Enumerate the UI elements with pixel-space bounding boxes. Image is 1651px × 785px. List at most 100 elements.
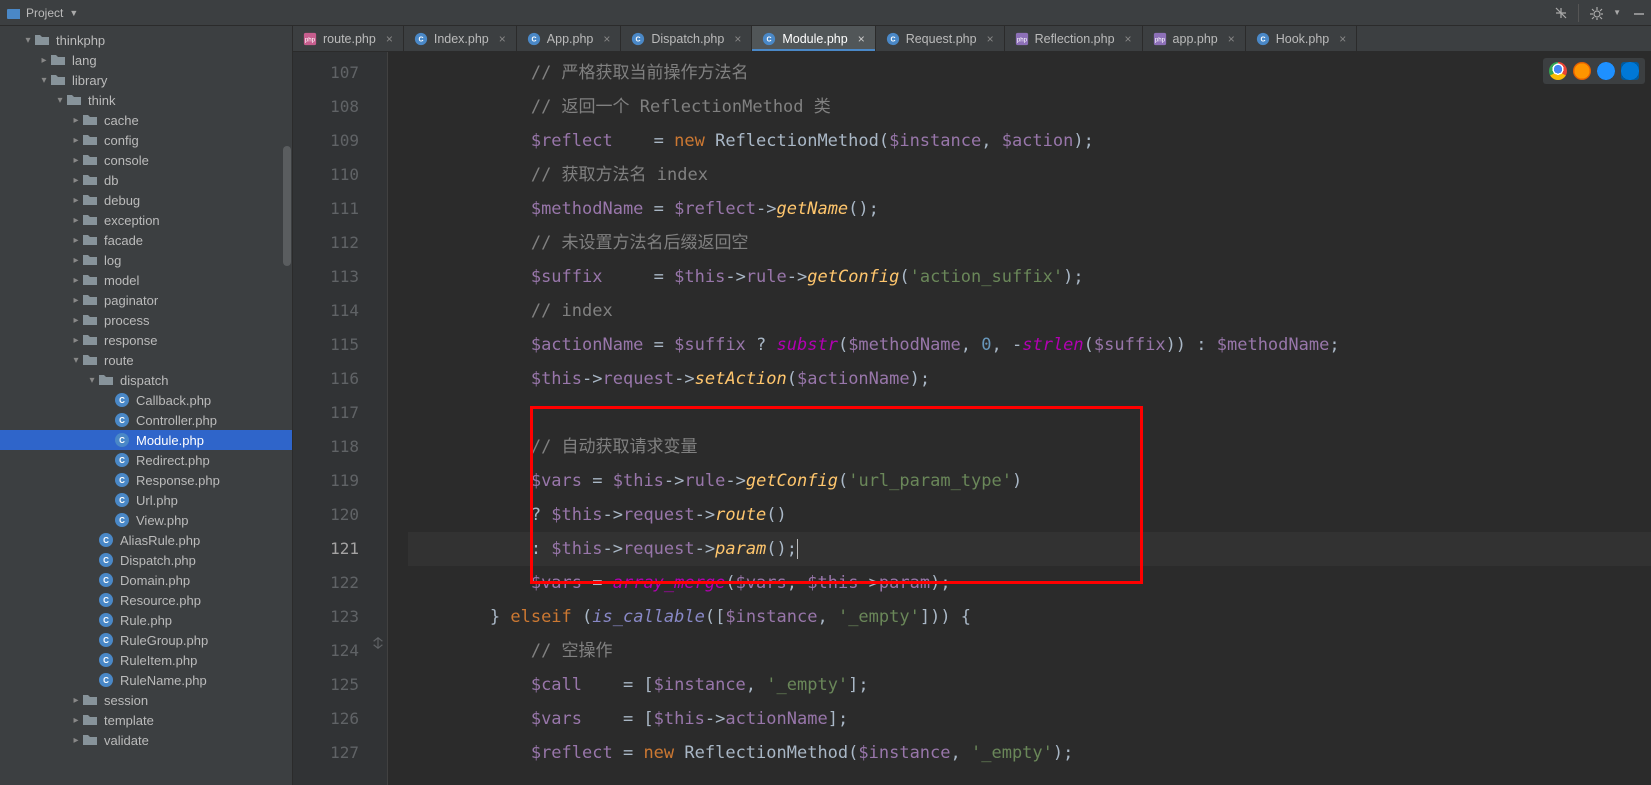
tree-item-exception[interactable]: exception [0,210,292,230]
tree-item-process[interactable]: process [0,310,292,330]
tab-close-icon[interactable]: × [386,32,393,46]
tree-item-log[interactable]: log [0,250,292,270]
tree-item-model[interactable]: model [0,270,292,290]
safari-icon[interactable] [1597,62,1615,80]
tree-item-thinkphp[interactable]: thinkphp [0,30,292,50]
tree-twisty-icon[interactable] [70,275,82,286]
tree-twisty-icon[interactable] [54,95,66,106]
tree-twisty-icon[interactable] [70,355,82,366]
tree-twisty-icon[interactable] [70,695,82,706]
project-tree[interactable]: thinkphplanglibrarythinkcacheconfigconso… [0,26,292,750]
tree-item-lang[interactable]: lang [0,50,292,70]
tab-close-icon[interactable]: × [603,32,610,46]
tab-close-icon[interactable]: × [734,32,741,46]
code-area[interactable]: // 严格获取当前操作方法名 // 返回一个 ReflectionMethod … [388,52,1651,785]
tree-twisty-icon[interactable] [70,155,82,166]
sidebar-scrollbar[interactable] [282,26,292,785]
tree-item-callback-php[interactable]: Callback.php [0,390,292,410]
tree-item-module-php[interactable]: Module.php [0,430,292,450]
tab-index-php[interactable]: Index.php× [404,26,517,51]
code-line[interactable] [408,396,1651,430]
tree-item-ruleitem-php[interactable]: RuleItem.php [0,650,292,670]
tree-item-template[interactable]: template [0,710,292,730]
tree-twisty-icon[interactable] [86,375,98,386]
tab-app-php[interactable]: App.php× [517,26,622,51]
tree-item-rulename-php[interactable]: RuleName.php [0,670,292,690]
tree-item-response-php[interactable]: Response.php [0,470,292,490]
tab-module-php[interactable]: Module.php× [752,26,875,51]
tab-request-php[interactable]: Request.php× [876,26,1005,51]
code-line[interactable]: : $this->request->param(); [408,532,1651,566]
code-line[interactable]: // 自动获取请求变量 [408,430,1651,464]
tree-twisty-icon[interactable] [70,115,82,126]
fold-mark-icon[interactable] [371,635,385,654]
tab-reflection-php[interactable]: Reflection.php× [1005,26,1143,51]
tree-twisty-icon[interactable] [70,295,82,306]
tree-twisty-icon[interactable] [70,715,82,726]
tab-close-icon[interactable]: × [987,32,994,46]
code-line[interactable]: $reflect = new ReflectionMethod($instanc… [408,124,1651,158]
tree-item-route[interactable]: route [0,350,292,370]
project-label[interactable]: Project [26,6,63,20]
tree-twisty-icon[interactable] [70,335,82,346]
code-line[interactable]: $reflect = new ReflectionMethod($instanc… [408,736,1651,770]
gear-icon[interactable] [1589,6,1603,20]
tree-item-session[interactable]: session [0,690,292,710]
tree-item-config[interactable]: config [0,130,292,150]
tree-item-domain-php[interactable]: Domain.php [0,570,292,590]
tab-close-icon[interactable]: × [858,32,865,46]
tree-item-redirect-php[interactable]: Redirect.php [0,450,292,470]
tree-item-think[interactable]: think [0,90,292,110]
tab-dispatch-php[interactable]: Dispatch.php× [621,26,752,51]
tab-hook-php[interactable]: Hook.php× [1246,26,1358,51]
tree-item-view-php[interactable]: View.php [0,510,292,530]
tree-item-paginator[interactable]: paginator [0,290,292,310]
code-line[interactable]: // index [408,294,1651,328]
chrome-icon[interactable] [1549,62,1567,80]
code-line[interactable]: $vars = $this->rule->getConfig('url_para… [408,464,1651,498]
tab-close-icon[interactable]: × [1339,32,1346,46]
tree-item-controller-php[interactable]: Controller.php [0,410,292,430]
tree-item-debug[interactable]: debug [0,190,292,210]
tree-item-rule-php[interactable]: Rule.php [0,610,292,630]
tree-twisty-icon[interactable] [70,215,82,226]
edge-icon[interactable] [1621,62,1639,80]
project-dropdown-icon[interactable]: ▼ [69,8,78,18]
tree-item-console[interactable]: console [0,150,292,170]
code-line[interactable]: $vars = array_merge($vars, $this->param)… [408,566,1651,600]
tree-item-library[interactable]: library [0,70,292,90]
tree-item-aliasrule-php[interactable]: AliasRule.php [0,530,292,550]
tree-twisty-icon[interactable] [70,135,82,146]
code-line[interactable]: // 未设置方法名后缀返回空 [408,226,1651,260]
code-line[interactable]: ? $this->request->route() [408,498,1651,532]
sidebar-scrollbar-thumb[interactable] [283,146,291,266]
tab-close-icon[interactable]: × [1228,32,1235,46]
tree-twisty-icon[interactable] [70,315,82,326]
tree-item-cache[interactable]: cache [0,110,292,130]
tab-close-icon[interactable]: × [1125,32,1132,46]
gear-dropdown-icon[interactable]: ▼ [1613,8,1621,17]
firefox-icon[interactable] [1573,62,1591,80]
tree-item-db[interactable]: db [0,170,292,190]
code-line[interactable]: } elseif (is_callable([$instance, '_empt… [408,600,1651,634]
code-line[interactable]: $methodName = $reflect->getName(); [408,192,1651,226]
tree-item-resource-php[interactable]: Resource.php [0,590,292,610]
code-line[interactable]: // 严格获取当前操作方法名 [408,56,1651,90]
code-line[interactable]: // 返回一个 ReflectionMethod 类 [408,90,1651,124]
tree-item-dispatch[interactable]: dispatch [0,370,292,390]
code-line[interactable]: $this->request->setAction($actionName); [408,362,1651,396]
code-line[interactable]: // 空操作 [408,634,1651,668]
code-line[interactable]: // 获取方法名 index [408,158,1651,192]
tree-twisty-icon[interactable] [22,35,34,46]
collapse-all-icon[interactable] [1554,6,1568,20]
tree-item-dispatch-php[interactable]: Dispatch.php [0,550,292,570]
tree-twisty-icon[interactable] [38,55,50,66]
tree-item-facade[interactable]: facade [0,230,292,250]
tree-twisty-icon[interactable] [38,75,50,86]
tree-item-rulegroup-php[interactable]: RuleGroup.php [0,630,292,650]
tree-item-url-php[interactable]: Url.php [0,490,292,510]
code-line[interactable]: $suffix = $this->rule->getConfig('action… [408,260,1651,294]
tree-twisty-icon[interactable] [70,255,82,266]
hide-panel-icon[interactable] [1631,6,1645,20]
tree-twisty-icon[interactable] [70,735,82,746]
